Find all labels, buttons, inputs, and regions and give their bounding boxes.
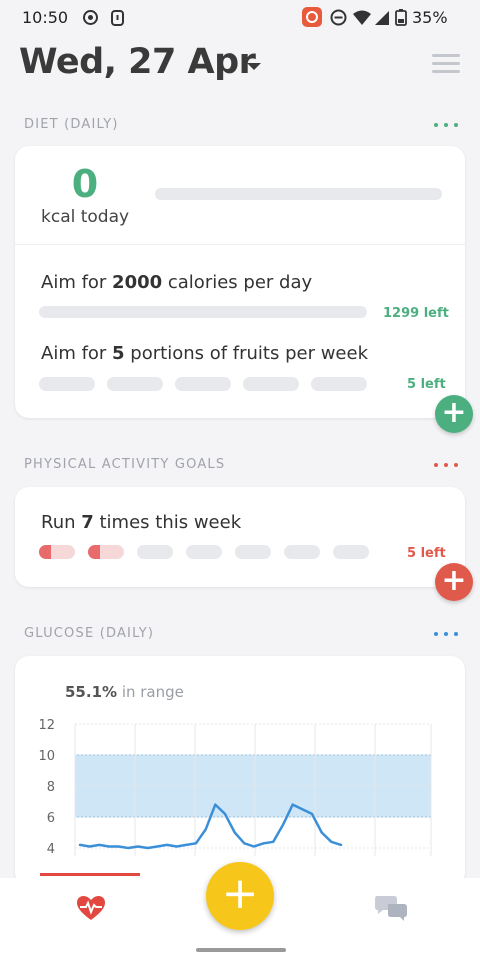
run-progress-segment (333, 545, 369, 559)
run-goal-text: Run 7 times this week (41, 512, 242, 533)
y-tick-label: 8 (47, 780, 55, 795)
run-progress-segment (88, 545, 124, 559)
chat-bubbles-icon[interactable] (374, 894, 408, 922)
signal-icon (375, 11, 389, 25)
calorie-left-label: 1299 left (383, 306, 449, 321)
fruit-progress-segment (243, 377, 299, 391)
run-progress-segment (137, 545, 173, 559)
glucose-more-icon[interactable] (434, 632, 458, 638)
glucose-chart: 12 10 8 6 4 (38, 718, 432, 857)
heart-monitor-icon[interactable] (76, 895, 106, 921)
run-left-label: 5 left (407, 546, 446, 561)
dnd-icon (330, 9, 347, 26)
add-diet-goal-button[interactable]: + (435, 395, 473, 433)
wifi-icon (353, 10, 371, 25)
y-tick-label: 4 (47, 842, 55, 857)
status-bar: 10:50 35% (0, 0, 480, 36)
chevron-down-icon[interactable] (247, 63, 261, 70)
calorie-goal-bar (39, 306, 367, 318)
radio-icon (83, 10, 98, 25)
run-progress-segment (39, 545, 75, 559)
active-tab-indicator (40, 873, 140, 876)
kcal-progress-bar (155, 188, 442, 200)
notification-app-icon (302, 7, 322, 27)
divider (15, 244, 465, 245)
plus-icon[interactable]: + (206, 862, 274, 930)
run-progress-segment (186, 545, 222, 559)
battery-icon (395, 9, 407, 26)
add-activity-goal-button[interactable]: + (435, 563, 473, 601)
fruit-progress-segment (175, 377, 231, 391)
fruit-left-label: 5 left (407, 377, 446, 392)
date-selector[interactable]: Wed, 27 Apr (19, 42, 256, 82)
fruit-progress-segment (39, 377, 95, 391)
hamburger-menu-icon[interactable] (432, 54, 460, 76)
glucose-card: 55.1% in range 12 10 8 6 4 (15, 656, 465, 886)
activity-more-icon[interactable] (434, 463, 458, 469)
activity-card: Run 7 times this week 5 left (15, 487, 465, 587)
y-tick-label: 12 (38, 718, 55, 733)
run-progress-segment (235, 545, 271, 559)
storage-icon (111, 10, 124, 26)
kcal-label: kcal today (41, 207, 130, 227)
diet-section-title: DIET (DAILY) (24, 117, 119, 132)
activity-section-title: PHYSICAL ACTIVITY GOALS (24, 457, 226, 472)
fruit-progress-segment (107, 377, 163, 391)
run-progress-segment (284, 545, 320, 559)
fruit-progress-segment (311, 377, 367, 391)
status-time: 10:50 (22, 8, 69, 27)
battery-percent: 35% (412, 8, 448, 27)
diet-more-icon[interactable] (434, 123, 458, 129)
kcal-value: 0 (71, 162, 99, 206)
fruit-goal-text: Aim for 5 portions of fruits per week (41, 343, 369, 364)
y-tick-label: 6 (47, 811, 55, 826)
home-indicator[interactable] (196, 948, 286, 952)
glucose-section-title: GLUCOSE (DAILY) (24, 626, 155, 641)
calorie-goal-text: Aim for 2000 calories per day (41, 272, 313, 293)
y-tick-label: 10 (38, 749, 55, 764)
diet-card: 0 kcal today Aim for 2000 calories per d… (15, 146, 465, 418)
